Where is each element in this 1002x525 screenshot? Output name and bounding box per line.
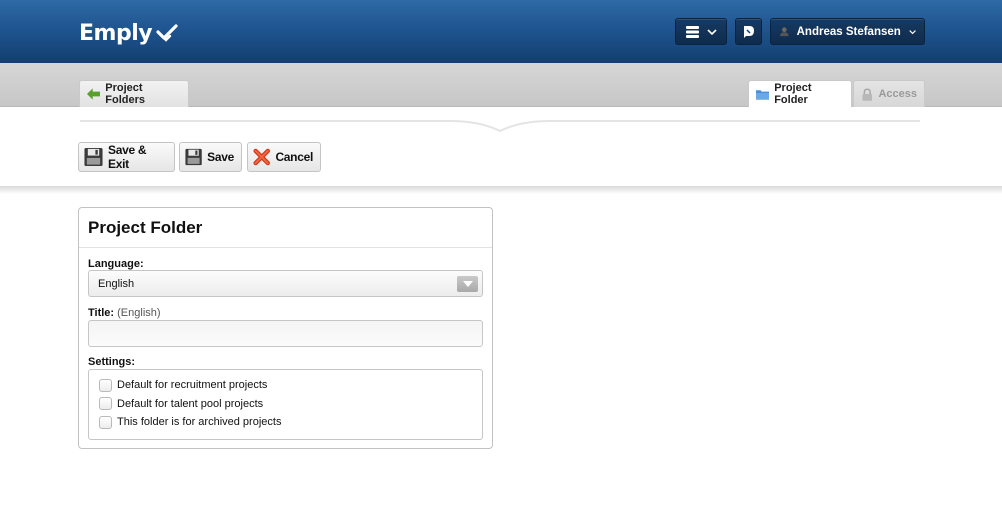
button-label: Save & Exit [108,143,147,171]
chevron-down-icon [706,28,717,35]
main-menu-button[interactable] [675,18,727,45]
language-select[interactable]: English [88,270,483,297]
project-folder-panel: Project Folder Language: English Title: … [78,207,493,449]
logo[interactable]: Emply [79,18,178,48]
save-and-exit-button[interactable]: Save & Exit [78,142,175,172]
setting-talent-pool-default[interactable]: Default for talent pool projects [89,395,482,414]
title-label: Title: (English) [88,307,161,319]
checkbox-label: This folder is for archived projects [117,416,282,429]
title-input[interactable] [88,320,483,347]
back-to-project-folders-tab[interactable]: Project Folders [79,80,189,107]
settings-group: Default for recruitment projects Default… [88,369,483,440]
divider-wave [80,120,920,133]
setting-archived-folder[interactable]: This folder is for archived projects [89,413,482,432]
tab-access[interactable]: Access [853,80,925,107]
panel-title: Project Folder [88,218,203,237]
settings-label-text: Settings: [88,356,136,368]
tab-label: Project Folder [774,82,812,106]
button-label: Cancel [275,150,313,164]
setting-recruitment-default[interactable]: Default for recruitment projects [89,376,482,395]
select-arrow-icon[interactable] [457,276,478,292]
language-label-text: Language: [88,258,144,270]
back-tab-label: Project Folders [105,82,145,106]
title-language-hint: (English) [117,307,161,319]
lock-icon [862,87,873,101]
tab-project-folder[interactable]: Project Folder [748,80,852,107]
cancel-button[interactable]: Cancel [247,142,321,172]
cancel-x-icon [253,148,271,166]
checkbox[interactable] [99,378,112,392]
tab-label: Access [878,88,917,100]
folder-icon [756,90,770,100]
logo-text: Emply [79,20,153,46]
top-bar: Emply Andreas Stefansen [0,0,1002,63]
language-selected-value: English [98,277,135,290]
settings-label: Settings: [88,356,135,368]
checkbox[interactable] [99,415,112,429]
checkbox-label: Default for recruitment projects [117,379,268,392]
arrow-left-icon [87,88,101,100]
floppy-disk-icon [185,148,202,166]
checkbox[interactable] [99,397,112,411]
user-menu-button[interactable]: Andreas Stefansen [770,18,925,45]
list-menu-icon [685,25,699,38]
notification-icon [743,25,754,38]
language-label: Language: [88,258,144,270]
chevron-down-icon [909,29,916,34]
user-icon [780,27,789,37]
floppy-disk-icon [84,147,103,167]
user-name: Andreas Stefansen [796,25,901,38]
title-label-text: Title: [88,307,115,319]
toolbar-divider [0,186,1002,194]
checkbox-label: Default for talent pool projects [117,397,264,410]
logo-mark-icon [156,24,178,42]
save-button[interactable]: Save [179,142,242,172]
button-label: Save [207,150,234,164]
panel-divider [79,247,492,248]
notifications-button[interactable] [735,18,762,45]
